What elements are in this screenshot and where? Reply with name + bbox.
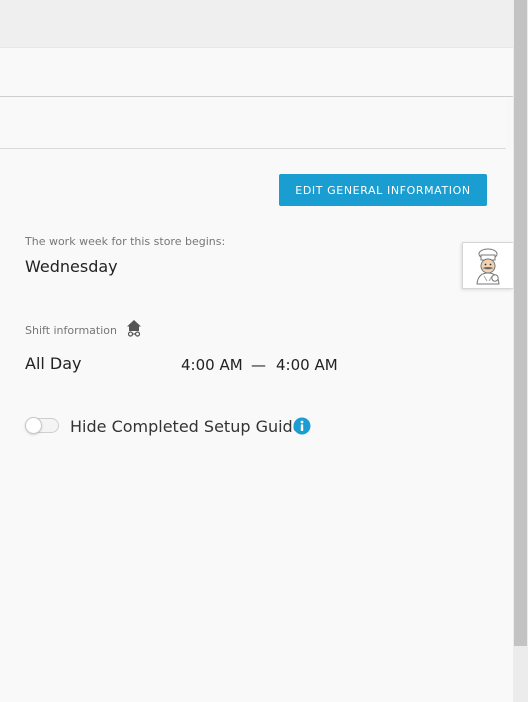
shift-information-label: Shift information [25,324,117,337]
help-chat-widget[interactable] [462,242,513,289]
hide-setup-guide-toggle[interactable] [25,417,59,434]
shift-end-time: 4:00 AM [276,356,338,374]
shift-start-time: 4:00 AM [181,356,243,374]
toggle-knob[interactable] [25,417,42,434]
header-band [0,48,513,97]
subheader-band [0,97,506,149]
home-icon [126,319,142,337]
hide-setup-guide-label: Hide Completed Setup Guide [70,417,303,436]
chef-avatar-icon [476,248,500,285]
work-week-value: Wednesday [25,257,118,276]
scrollbar-thumb[interactable] [514,0,527,646]
info-icon[interactable] [293,417,311,435]
edit-general-information-button[interactable]: EDIT GENERAL INFORMATION [279,174,487,206]
shift-time-separator: — [251,356,266,374]
top-header-bar [0,0,513,48]
work-week-label: The work week for this store begins: [25,235,226,248]
shift-name: All Day [25,354,82,373]
